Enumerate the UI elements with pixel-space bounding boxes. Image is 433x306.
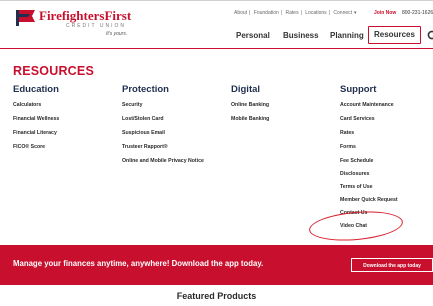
utility-separator: |: [300, 10, 302, 16]
menu-link-calculators[interactable]: Calculators: [13, 102, 41, 108]
nav-planning[interactable]: Planning: [330, 28, 364, 44]
menu-heading-digital: Digital: [231, 84, 261, 95]
menu-link-financial-wellness[interactable]: Financial Wellness: [13, 116, 59, 122]
utility-separator: |: [249, 10, 251, 16]
utility-link-connect[interactable]: Connect: [333, 10, 352, 16]
download-app-button[interactable]: Download the app today: [351, 258, 433, 272]
menu-link-fico-score[interactable]: FICO® Score: [13, 144, 45, 150]
utility-links: About | Foundation | Rates | Locations | Con…: [234, 10, 359, 16]
logo[interactable]: FirefightersFirst CREDIT UNION It's your…: [16, 6, 136, 40]
app-banner-text: Manage your finances anytime, anywhere! …: [13, 259, 264, 268]
logo-name: FirefightersFirst: [39, 8, 132, 23]
menu-link-forms[interactable]: Forms: [340, 144, 356, 150]
highlight-circle-annotation: [307, 207, 405, 245]
menu-link-mobile-banking[interactable]: Mobile Banking: [231, 116, 269, 122]
utility-link-foundation[interactable]: Foundation: [254, 10, 279, 16]
menu-heading-education: Education: [13, 84, 59, 95]
menu-link-fee-schedule[interactable]: Fee Schedule: [340, 158, 373, 164]
menu-title: RESOURCES: [13, 64, 94, 78]
nav-business[interactable]: Business: [283, 28, 319, 44]
menu-link-terms-of-use[interactable]: Terms of Use: [340, 184, 372, 190]
flag-logo-icon: [16, 10, 35, 26]
chevron-down-icon: ▾: [354, 10, 357, 16]
menu-link-disclosures[interactable]: Disclosures: [340, 171, 369, 177]
featured-products-heading: Featured Products: [176, 291, 257, 301]
utility-separator: |: [328, 10, 330, 16]
nav-resources[interactable]: Resources: [368, 26, 421, 44]
phone-number[interactable]: 800-231-1626: [402, 10, 433, 16]
menu-link-online-banking[interactable]: Online Banking: [231, 102, 269, 108]
menu-link-member-quick-request[interactable]: Member Quick Request: [340, 197, 398, 203]
join-now-link[interactable]: Join Now: [374, 10, 396, 16]
header-divider: [0, 48, 433, 49]
nav-personal[interactable]: Personal: [236, 28, 270, 44]
menu-link-security[interactable]: Security: [122, 102, 142, 108]
logo-tagline: It's yours.: [106, 31, 128, 37]
search-icon[interactable]: [427, 30, 433, 42]
menu-link-card-services[interactable]: Card Services: [340, 116, 375, 122]
utility-separator: |: [280, 10, 283, 16]
logo-subtitle: CREDIT UNION: [66, 23, 127, 29]
menu-link-rates[interactable]: Rates: [340, 130, 354, 136]
menu-heading-support: Support: [340, 84, 377, 95]
menu-link-suspicious-email[interactable]: Suspicious Email: [122, 130, 165, 136]
top-border: [0, 0, 433, 1]
menu-link-privacy-notice[interactable]: Online and Mobile Privacy Notice: [122, 158, 204, 164]
utility-link-rates[interactable]: Rates: [286, 10, 299, 16]
app-banner: Manage your finances anytime, anywhere! …: [0, 245, 433, 285]
menu-heading-protection: Protection: [122, 84, 169, 95]
menu-link-account-maintenance[interactable]: Account Maintenance: [340, 102, 394, 108]
utility-link-locations[interactable]: Locations: [305, 10, 326, 16]
utility-link-about[interactable]: About: [234, 10, 247, 16]
menu-link-financial-literacy[interactable]: Financial Literacy: [13, 130, 57, 136]
menu-link-lost-stolen-card[interactable]: Lost/Stolen Card: [122, 116, 164, 122]
menu-link-trusteer-rapport[interactable]: Trusteer Rapport®: [122, 144, 168, 150]
